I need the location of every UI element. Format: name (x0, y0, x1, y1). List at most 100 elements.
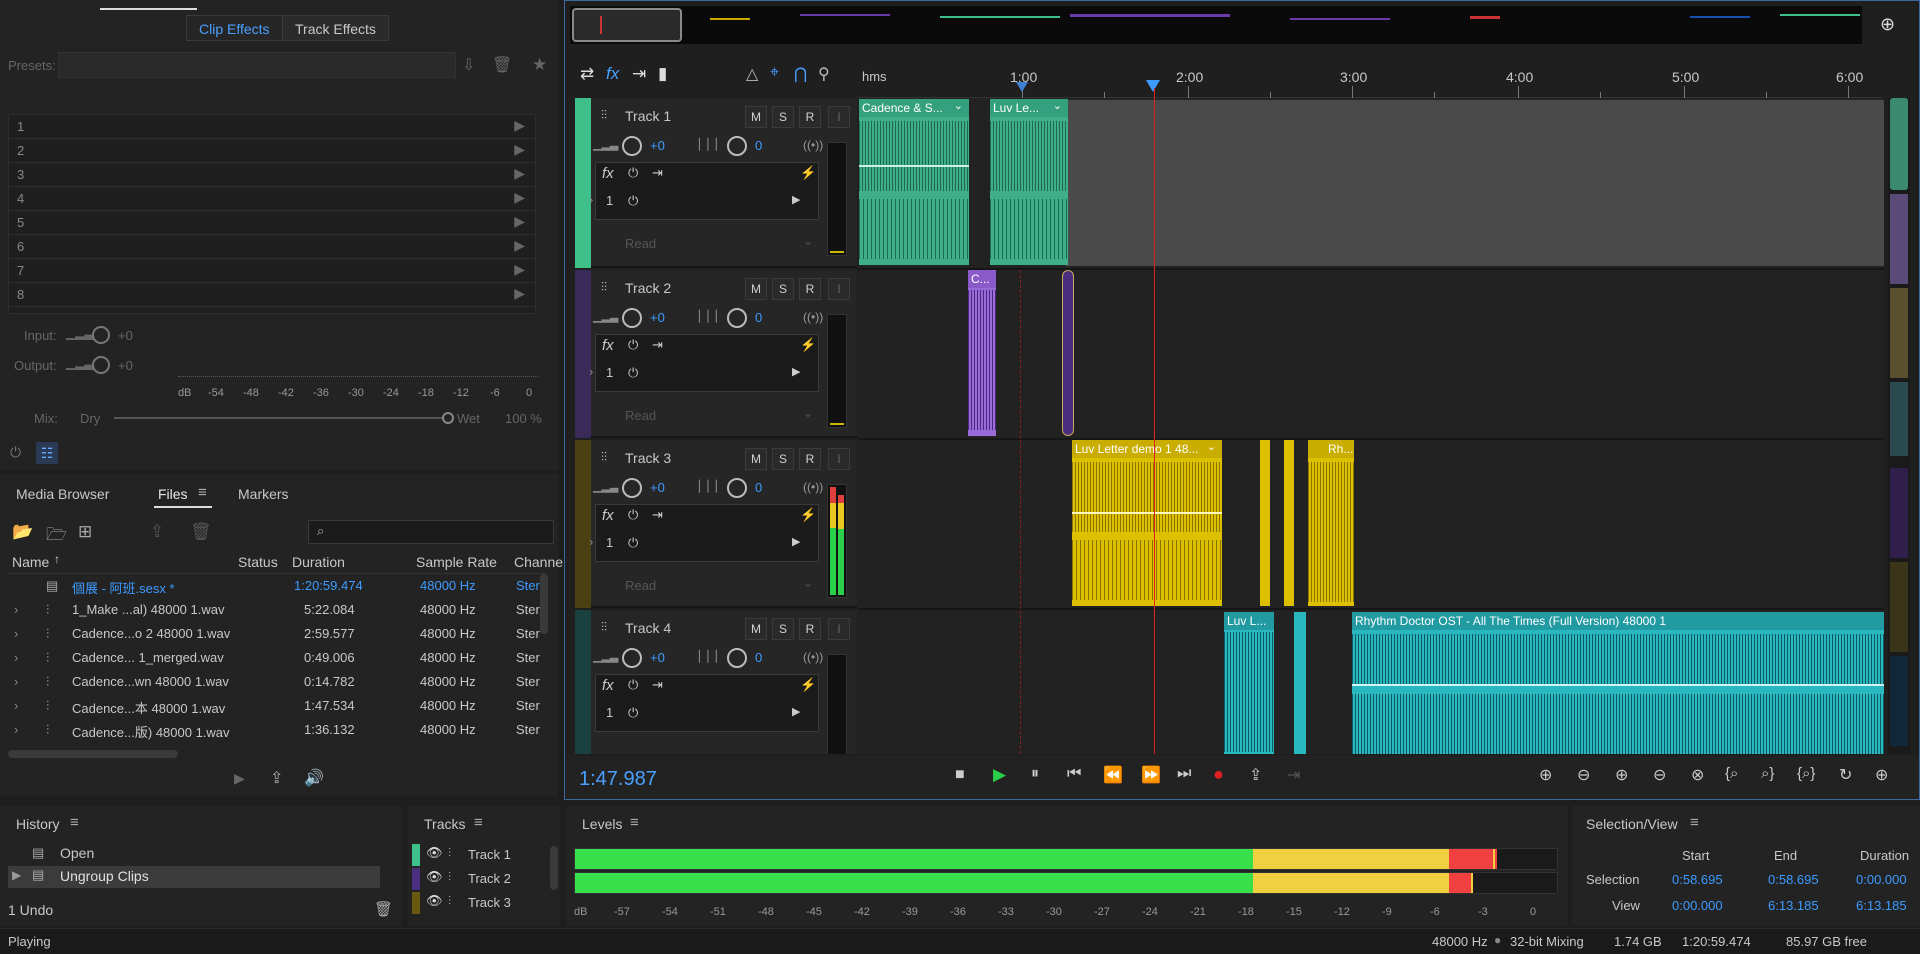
tracks-menu-icon[interactable]: ≡ (474, 814, 483, 831)
expand-chevron-icon[interactable]: › (589, 534, 593, 549)
file-row-session[interactable]: ▤ 個展 - 阿班.sesx * 1:20:59.474 48000 Hz St… (10, 574, 550, 598)
fx-icon[interactable]: fx (602, 165, 614, 182)
audio-clip[interactable]: Cadence & S... ⌄ (859, 99, 969, 265)
new-file-icon[interactable]: ⊞ (78, 522, 92, 542)
go-to-end-icon[interactable]: ⏭ (1177, 765, 1191, 783)
col-sample-rate[interactable]: Sample Rate (416, 554, 497, 570)
insert-icon[interactable]: ⇪ (150, 522, 164, 542)
delete-preset-icon[interactable]: 🗑 (492, 55, 512, 75)
audio-clip[interactable]: Rhythm Doctor OST - All The Times (Full … (1352, 612, 1884, 754)
automation-dropdown-icon[interactable]: ⌄ (803, 234, 813, 248)
track-vscrollbar[interactable] (1888, 98, 1910, 754)
tracks-scrollbar[interactable] (550, 846, 558, 890)
effect-slot[interactable]: 5 ▶ (9, 211, 535, 235)
tab-clip-effects[interactable]: Clip Effects (186, 15, 283, 41)
tab-files[interactable]: Files (158, 486, 188, 502)
track-name[interactable]: Track 1 (625, 108, 671, 124)
pan-value[interactable]: 0 (755, 310, 762, 325)
track-header[interactable]: ⫶⫶ Track 3 M S R I ▁▂▃ +0 ▏▏▏ 0 ((•)) fx… (575, 440, 857, 608)
tab-track-effects[interactable]: Track Effects (282, 15, 389, 41)
volume-value[interactable]: +0 (650, 310, 665, 325)
sends-icon[interactable]: ⇥ (632, 64, 646, 84)
pause-icon[interactable]: ⏸ (1031, 765, 1039, 783)
zoom-selection-in-icon[interactable]: {⌕ (1725, 765, 1738, 782)
effect-slot[interactable]: 8 ▶ (9, 283, 535, 307)
mix-slider[interactable] (114, 412, 454, 424)
track-header[interactable]: ⫶⫶ Track 4 M S R I ▁▂▃ +0 ▏▏▏ 0 ((•)) fx… (575, 610, 857, 754)
zoom-selection-out-icon[interactable]: ⌕} (1761, 765, 1774, 782)
fx-prepost-icon[interactable]: ⇥ (652, 337, 663, 353)
output-routing-icon[interactable]: ((•)) (803, 650, 823, 664)
expand-chevron-icon[interactable]: › (14, 674, 18, 689)
magnet-icon[interactable]: ⋂ (794, 64, 807, 84)
skip-icon[interactable]: ⇥ (1287, 765, 1300, 785)
track-list-item[interactable]: 👁 ⫶ Track 1 (412, 844, 548, 866)
volume-knob[interactable] (622, 478, 642, 498)
visibility-eye-icon[interactable]: 👁 (426, 893, 443, 909)
effect-slot[interactable]: 2 ▶ (9, 139, 535, 163)
view-end[interactable]: 6:13.185 (1768, 898, 1819, 913)
rack-power-icon[interactable]: ⏻ (10, 444, 28, 462)
fx-power-icon[interactable]: ⏻ (628, 165, 638, 181)
input-monitor-button[interactable]: I (828, 278, 850, 300)
history-item[interactable]: ▤ Open (8, 844, 380, 864)
track-name[interactable]: Track 4 (625, 620, 671, 636)
record-arm-button[interactable]: R (799, 106, 821, 128)
track-name[interactable]: Track 2 (625, 280, 671, 296)
fx-slot-power-icon[interactable]: ⏻ (628, 193, 638, 209)
col-name[interactable]: Name (12, 554, 49, 570)
volume-value[interactable]: +0 (650, 650, 665, 665)
history-menu-icon[interactable]: ≡ (70, 814, 79, 831)
presets-dropdown[interactable] (58, 52, 456, 78)
files-vscrollbar[interactable] (540, 574, 548, 634)
time-ruler[interactable]: hms 1:00 2:00 3:00 4:00 5:00 6:00 (858, 66, 1882, 98)
overview-viewport[interactable] (572, 8, 682, 42)
input-monitor-button[interactable]: I (828, 618, 850, 640)
mix-slider-handle[interactable] (442, 412, 454, 424)
zoom-selection-icon[interactable]: {⌕} (1797, 765, 1815, 782)
volume-knob[interactable] (622, 308, 642, 328)
record-arm-button[interactable]: R (799, 448, 821, 470)
audio-clip[interactable]: Luv L... (1224, 612, 1274, 754)
zoom-out-time-icon[interactable]: ⊖ (1653, 765, 1666, 785)
snap-icon[interactable]: ⌖ (770, 64, 779, 82)
mute-button[interactable]: M (745, 448, 767, 470)
history-item-current[interactable]: ▶ ▤ Ungroup Clips (8, 866, 380, 888)
fast-forward-icon[interactable]: ⏩ (1141, 765, 1161, 785)
fx-prepost-icon[interactable]: ⇥ (652, 507, 663, 523)
preview-loop-icon[interactable]: ⇪ (270, 768, 283, 788)
track-list-item[interactable]: 👁 ⫶ Track 3 (412, 892, 548, 914)
visibility-eye-icon[interactable]: 👁 (426, 845, 443, 861)
output-routing-icon[interactable]: ((•)) (803, 310, 823, 324)
col-status[interactable]: Status (238, 554, 278, 570)
fx-slot-arrow-icon[interactable]: ▶ (792, 365, 800, 378)
fx-slot-arrow-icon[interactable]: ▶ (792, 535, 800, 548)
play-icon[interactable]: ▶ (993, 765, 1006, 785)
track-name[interactable]: Track 3 (625, 450, 671, 466)
record-arm-button[interactable]: R (799, 278, 821, 300)
expand-chevron-icon[interactable]: › (589, 364, 593, 379)
zoom-out-amplitude-icon[interactable]: ⊖ (1577, 765, 1590, 785)
fx-power-icon[interactable]: ⏻ (628, 677, 638, 693)
output-routing-icon[interactable]: ((•)) (803, 138, 823, 152)
mute-button[interactable]: M (745, 278, 767, 300)
file-row[interactable]: › ⫶ 1_Make ...al) 48000 1.wav 5:22.084 4… (10, 598, 550, 622)
tab-markers[interactable]: Markers (238, 486, 289, 502)
time-display[interactable]: 1:47.987 (579, 768, 657, 791)
audio-clip[interactable] (1284, 440, 1294, 606)
files-menu-icon[interactable]: ≡ (198, 484, 207, 501)
effect-slot[interactable]: 7 ▶ (9, 259, 535, 283)
record-arm-button[interactable]: R (799, 618, 821, 640)
input-knob[interactable] (92, 326, 110, 344)
preview-volume-icon[interactable]: 🔊 (304, 768, 324, 788)
levels-menu-icon[interactable]: ≡ (630, 814, 639, 831)
fx-lightning-icon[interactable]: ⚡ (800, 337, 816, 353)
effect-slot[interactable]: 3 ▶ (9, 163, 535, 187)
audio-clip[interactable]: C... (968, 270, 996, 436)
history-delete-icon[interactable]: 🗑 (374, 900, 393, 918)
file-row[interactable]: › ⫶ Cadence...版) 48000 1.wav 1:36.132 48… (10, 718, 550, 742)
file-row[interactable]: › ⫶ Cadence...o 2 48000 1.wav 2:59.577 4… (10, 622, 550, 646)
solo-button[interactable]: S (772, 618, 794, 640)
clip-menu-icon[interactable]: ⌄ (954, 99, 963, 112)
expand-chevron-icon[interactable]: › (14, 722, 18, 737)
